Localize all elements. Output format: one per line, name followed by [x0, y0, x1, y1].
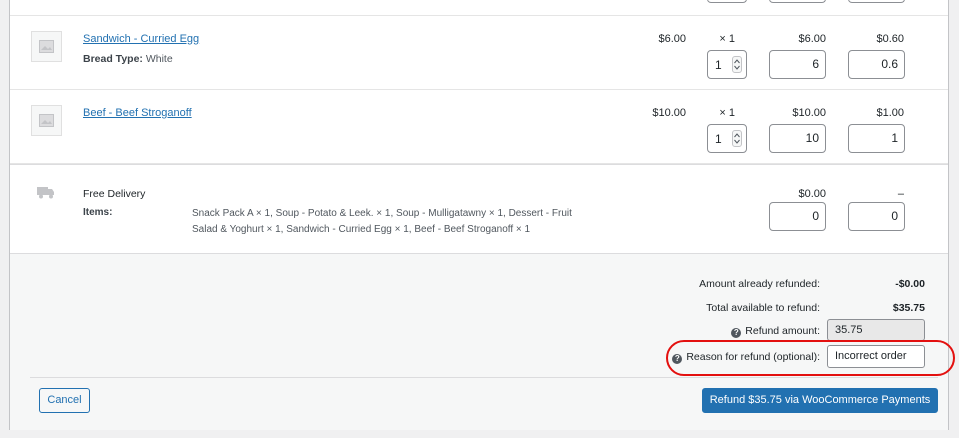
total-available-value: $35.75 [892, 302, 925, 314]
amount-already-refunded-label: Amount already refunded: [699, 278, 820, 290]
shipping-row: Free Delivery Items: Snack Pack A × 1, S… [10, 164, 948, 254]
product-thumbnail [31, 31, 62, 62]
refund-qty-input[interactable]: 1 [707, 50, 747, 79]
shipping-items-label: Items: [83, 207, 113, 218]
refund-amount-input[interactable]: 35.75 [827, 319, 925, 341]
refund-tax-input[interactable]: 1 [848, 124, 905, 153]
refund-tax-input[interactable]: 0.6 [848, 50, 905, 79]
item-qty: × 1 [719, 33, 735, 45]
previous-refund-total-input[interactable] [769, 0, 826, 3]
shipping-refund-tax-input[interactable]: 0 [848, 202, 905, 231]
item-cost: $6.00 [658, 33, 686, 45]
spinner-arrows-icon[interactable] [732, 130, 742, 147]
shipping-tax: – [897, 188, 904, 200]
refund-total-input[interactable]: 6 [769, 50, 826, 79]
item-meta: Bread Type: White [83, 53, 173, 65]
shipping-items-line2: Salad & Yoghurt × 1, Sandwich - Curried … [192, 224, 531, 235]
item-meta-key: Bread Type: [83, 53, 143, 65]
footer-divider [30, 377, 938, 378]
shipping-method-name: Free Delivery [83, 188, 146, 200]
amount-already-refunded-value: -$0.00 [895, 278, 925, 290]
previous-refund-tax-input[interactable] [848, 0, 905, 3]
order-item-row: Beef - Beef Stroganoff $10.00 × 1 1 $10.… [10, 90, 948, 164]
refund-amount-label: Refund amount: [745, 325, 820, 337]
shipping-total: $0.00 [798, 188, 826, 200]
previous-refund-qty-input[interactable] [707, 0, 747, 3]
item-tax: $0.60 [876, 33, 904, 45]
cancel-button[interactable]: Cancel [39, 388, 90, 413]
help-icon[interactable]: ? [731, 328, 742, 338]
refund-button[interactable]: Refund $35.75 via WooCommerce Payments [702, 388, 938, 413]
item-cost: $10.00 [652, 107, 686, 119]
refund-qty-input[interactable]: 1 [707, 124, 747, 153]
annotation-highlight-ring [666, 340, 955, 376]
item-name-link[interactable]: Sandwich - Curried Egg [83, 33, 199, 45]
order-item-row: Sandwich - Curried Egg Bread Type: White… [10, 16, 948, 90]
product-thumbnail [31, 105, 62, 136]
refund-total-input[interactable]: 10 [769, 124, 826, 153]
spinner-arrows-icon[interactable] [732, 56, 742, 73]
shipping-refund-total-input[interactable]: 0 [769, 202, 826, 231]
refund-panel: Sandwich - Curried Egg Bread Type: White… [9, 0, 955, 430]
item-total: $6.00 [798, 33, 826, 45]
item-name-link[interactable]: Beef - Beef Stroganoff [83, 107, 192, 119]
truck-icon [37, 185, 55, 202]
refund-qty-value: 1 [715, 132, 722, 146]
previous-item-row [10, 0, 948, 16]
refund-qty-value: 1 [715, 58, 722, 72]
item-tax: $1.00 [876, 107, 904, 119]
image-placeholder-icon [39, 40, 54, 53]
item-meta-value: White [145, 53, 173, 65]
image-placeholder-icon [39, 114, 54, 127]
item-qty: × 1 [719, 107, 735, 119]
shipping-items-line1: Snack Pack A × 1, Soup - Potato & Leek. … [192, 208, 572, 219]
total-available-label: Total available to refund: [706, 302, 820, 314]
refund-amount-label-wrap: ? Refund amount: [570, 325, 820, 338]
item-total: $10.00 [792, 107, 826, 119]
